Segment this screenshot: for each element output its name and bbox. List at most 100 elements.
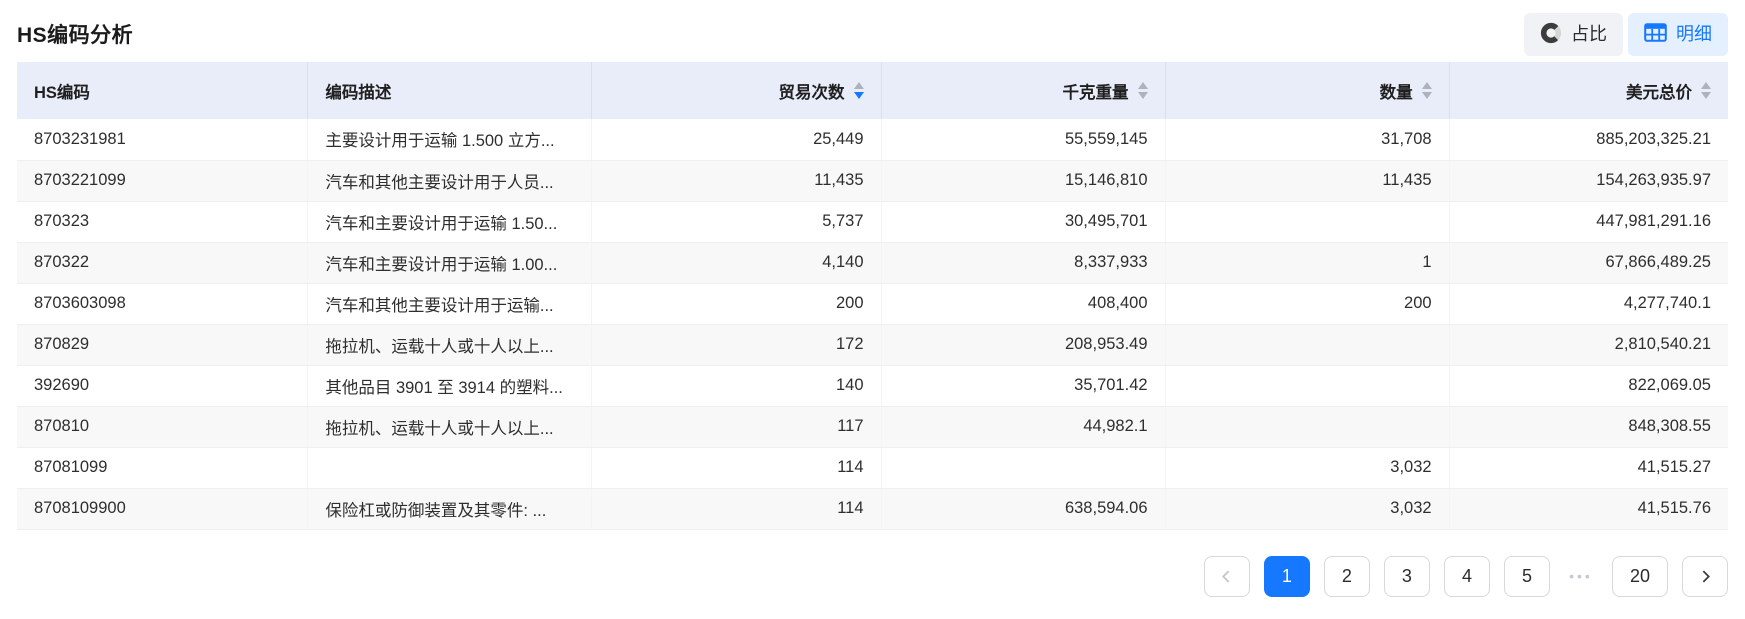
table-header-row: HS编码 编码描述 贸易次数 千克重量 数量 美元总价	[17, 62, 1728, 119]
table-row: 8703231981主要设计用于运输 1.500 立方...25,44955,5…	[17, 119, 1728, 160]
detail-view-label: 明细	[1676, 25, 1712, 43]
cell-kg_weight: 30,495,701	[881, 201, 1165, 242]
table-row: 87081099 114 3,03241,515.27	[17, 447, 1728, 488]
cell-usd_total: 41,515.76	[1449, 488, 1728, 529]
view-toggle: 占比 明细	[1524, 13, 1728, 56]
cell-kg_weight: 638,594.06	[881, 488, 1165, 529]
column-header-description: 编码描述	[308, 62, 592, 119]
cell-hs_code: 8703231981	[17, 119, 308, 160]
donut-chart-icon	[1540, 22, 1562, 47]
table-grid-icon	[1644, 23, 1667, 45]
pagination: 12345 ••• 20	[17, 556, 1728, 597]
cell-quantity: 3,032	[1165, 447, 1449, 488]
table-row: 8703221099汽车和其他主要设计用于人员...11,43515,146,8…	[17, 160, 1728, 201]
cell-usd_total: 154,263,935.97	[1449, 160, 1728, 201]
pagination-next-button[interactable]	[1682, 556, 1728, 597]
column-label: 美元总价	[1626, 79, 1692, 103]
cell-usd_total: 447,981,291.16	[1449, 201, 1728, 242]
cell-description: 拖拉机、运载十人或十人以上...	[308, 406, 592, 447]
page-title: HS编码分析	[17, 19, 133, 49]
cell-quantity: 31,708	[1165, 119, 1449, 160]
table-row: 8708109900保险杠或防御装置及其零件: ...114638,594.06…	[17, 488, 1728, 529]
cell-description: 汽车和其他主要设计用于运输...	[308, 283, 592, 324]
cell-kg_weight: 408,400	[881, 283, 1165, 324]
column-label: 贸易次数	[779, 79, 845, 103]
table-row: 870829拖拉机、运载十人或十人以上...172208,953.49 2,810…	[17, 324, 1728, 365]
cell-quantity: 200	[1165, 283, 1449, 324]
cell-description: 保险杠或防御装置及其零件: ...	[308, 488, 592, 529]
cell-description: 汽车和主要设计用于运输 1.00...	[308, 242, 592, 283]
cell-trade_count: 25,449	[592, 119, 881, 160]
pagination-page-20[interactable]: 20	[1612, 556, 1668, 597]
cell-usd_total: 2,810,540.21	[1449, 324, 1728, 365]
column-label: 数量	[1380, 79, 1413, 103]
cell-trade_count: 11,435	[592, 160, 881, 201]
cell-hs_code: 870810	[17, 406, 308, 447]
cell-hs_code: 870829	[17, 324, 308, 365]
pagination-page-3[interactable]: 3	[1384, 556, 1430, 597]
cell-description	[308, 447, 592, 488]
cell-description: 其他品目 3901 至 3914 的塑料...	[308, 365, 592, 406]
sort-carets-icon	[1701, 82, 1711, 99]
cell-usd_total: 822,069.05	[1449, 365, 1728, 406]
cell-kg_weight: 208,953.49	[881, 324, 1165, 365]
cell-description: 主要设计用于运输 1.500 立方...	[308, 119, 592, 160]
cell-quantity: 1	[1165, 242, 1449, 283]
pagination-page-5[interactable]: 5	[1504, 556, 1550, 597]
cell-trade_count: 5,737	[592, 201, 881, 242]
cell-trade_count: 114	[592, 488, 881, 529]
cell-trade_count: 200	[592, 283, 881, 324]
column-header-trade_count[interactable]: 贸易次数	[592, 62, 881, 119]
pagination-ellipsis[interactable]: •••	[1564, 556, 1598, 597]
pagination-page-1[interactable]: 1	[1264, 556, 1310, 597]
table-row: 870810拖拉机、运载十人或十人以上...11744,982.1848,308…	[17, 406, 1728, 447]
table-row: 392690其他品目 3901 至 3914 的塑料...14035,701.4…	[17, 365, 1728, 406]
detail-view-button[interactable]: 明细	[1628, 13, 1728, 56]
cell-usd_total: 67,866,489.25	[1449, 242, 1728, 283]
cell-hs_code: 8708109900	[17, 488, 308, 529]
ratio-view-label: 占比	[1571, 25, 1607, 43]
cell-trade_count: 140	[592, 365, 881, 406]
cell-kg_weight: 8,337,933	[881, 242, 1165, 283]
cell-description: 汽车和主要设计用于运输 1.50...	[308, 201, 592, 242]
cell-quantity: 11,435	[1165, 160, 1449, 201]
cell-trade_count: 172	[592, 324, 881, 365]
column-header-usd_total[interactable]: 美元总价	[1449, 62, 1728, 119]
column-label: 千克重量	[1063, 79, 1129, 103]
column-header-quantity[interactable]: 数量	[1165, 62, 1449, 119]
cell-hs_code: 870323	[17, 201, 308, 242]
table-row: 870323汽车和主要设计用于运输 1.50...5,73730,495,701…	[17, 201, 1728, 242]
hs-code-table: HS编码 编码描述 贸易次数 千克重量 数量 美元总价 8703231981主要设计用于运…	[17, 62, 1728, 530]
hs-code-analysis-panel: HS编码分析 占比	[0, 0, 1745, 597]
cell-description: 汽车和其他主要设计用于人员...	[308, 160, 592, 201]
ratio-view-button[interactable]: 占比	[1524, 13, 1623, 56]
cell-usd_total: 885,203,325.21	[1449, 119, 1728, 160]
cell-hs_code: 87081099	[17, 447, 308, 488]
table-row: 870322汽车和主要设计用于运输 1.00...4,1408,337,9331…	[17, 242, 1728, 283]
cell-trade_count: 114	[592, 447, 881, 488]
cell-usd_total: 41,515.27	[1449, 447, 1728, 488]
cell-kg_weight: 55,559,145	[881, 119, 1165, 160]
pagination-page-2[interactable]: 2	[1324, 556, 1370, 597]
cell-quantity: 3,032	[1165, 488, 1449, 529]
top-bar: HS编码分析 占比	[17, 0, 1728, 62]
column-header-kg_weight[interactable]: 千克重量	[881, 62, 1165, 119]
cell-quantity	[1165, 201, 1449, 242]
cell-hs_code: 8703603098	[17, 283, 308, 324]
column-label: 编码描述	[325, 79, 391, 103]
cell-description: 拖拉机、运载十人或十人以上...	[308, 324, 592, 365]
cell-kg_weight: 35,701.42	[881, 365, 1165, 406]
cell-hs_code: 870322	[17, 242, 308, 283]
cell-kg_weight: 44,982.1	[881, 406, 1165, 447]
cell-kg_weight: 15,146,810	[881, 160, 1165, 201]
pagination-prev-button[interactable]	[1204, 556, 1250, 597]
table-row: 8703603098汽车和其他主要设计用于运输...200408,4002004…	[17, 283, 1728, 324]
cell-usd_total: 848,308.55	[1449, 406, 1728, 447]
cell-quantity	[1165, 406, 1449, 447]
cell-quantity	[1165, 365, 1449, 406]
sort-carets-icon	[1138, 82, 1148, 99]
cell-usd_total: 4,277,740.1	[1449, 283, 1728, 324]
cell-hs_code: 8703221099	[17, 160, 308, 201]
column-label: HS编码	[34, 79, 90, 103]
pagination-page-4[interactable]: 4	[1444, 556, 1490, 597]
